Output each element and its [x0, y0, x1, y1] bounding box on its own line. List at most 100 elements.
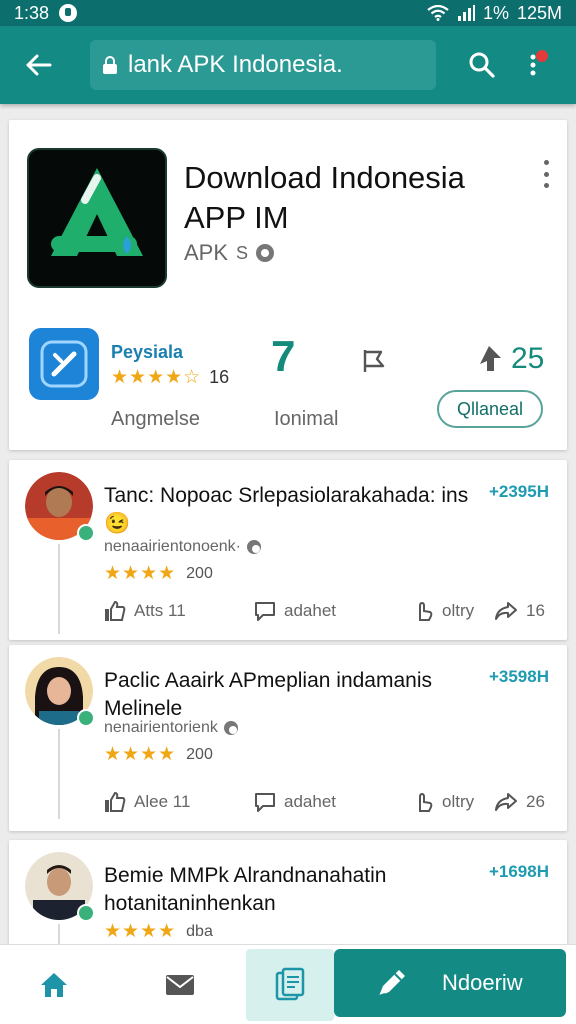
- status-time: 1:38: [14, 2, 50, 23]
- developer-label: Angmelse: [111, 408, 200, 430]
- app-tag: S: [236, 242, 249, 263]
- forward-count: 26: [526, 792, 545, 811]
- like-label: Alee 11: [134, 792, 191, 811]
- app-subtitle: APK S: [184, 240, 275, 266]
- search-button[interactable]: [460, 43, 504, 87]
- download-button[interactable]: Qllaneal: [437, 390, 543, 428]
- app-details-card: Download Indonesia APP IM APK S Peysiala…: [9, 120, 567, 450]
- reply-label: adahet: [284, 792, 336, 811]
- forward-arrow-icon: [495, 793, 517, 811]
- review-actions: Atts 11 adahet oltry 16: [104, 600, 554, 622]
- share-button[interactable]: oltry: [414, 791, 494, 813]
- pen-icon: [372, 963, 412, 1003]
- write-review-label: Ndoeriw: [442, 970, 523, 995]
- review-rating: ★★★★ 200: [104, 562, 213, 585]
- nav-home-button[interactable]: [30, 965, 78, 1005]
- nav-documents-button[interactable]: [246, 949, 334, 1021]
- reply-button[interactable]: adahet: [254, 600, 414, 622]
- developer-name[interactable]: Peysiala: [111, 342, 183, 363]
- reply-label: adahet: [284, 601, 336, 620]
- avatar[interactable]: [25, 472, 95, 542]
- review-title: Paclic Aaairk APmeplian indamanis Meline…: [104, 669, 433, 720]
- thread-line: [58, 544, 60, 634]
- back-button[interactable]: [16, 43, 60, 87]
- reply-button[interactable]: adahet: [254, 791, 414, 813]
- lock-icon: [102, 55, 118, 75]
- comment-icon: [255, 793, 275, 812]
- report-flag-icon[interactable]: [359, 346, 389, 376]
- avatar[interactable]: [25, 852, 95, 922]
- overflow-menu-button[interactable]: [518, 43, 548, 87]
- app-bar: lank APK Indonesia.: [0, 26, 576, 104]
- gear-icon: [247, 540, 261, 554]
- notification-icon: [59, 4, 78, 22]
- search-icon: [469, 52, 495, 78]
- review-card: Bemie MMPk Alrandnanahatin hotanitaninhe…: [9, 840, 567, 960]
- home-icon: [41, 973, 67, 997]
- nav-messages-button[interactable]: [156, 965, 204, 1005]
- wifi-icon: [427, 5, 449, 21]
- forward-count: 16: [526, 601, 545, 620]
- battery-percent: 1%: [482, 2, 509, 23]
- review-actions: Alee 11 adahet oltry 26: [104, 791, 554, 813]
- data-rate: 125M: [516, 2, 562, 23]
- developer-rating-count: 16: [209, 367, 230, 387]
- documents-icon: [275, 967, 305, 1001]
- like-button[interactable]: Atts 11: [104, 600, 254, 622]
- arrow-left-icon: [26, 54, 52, 76]
- review-author: nenairientorienk: [104, 719, 238, 737]
- hand-icon: [419, 792, 433, 812]
- address-text: lank APK Indonesia.: [128, 51, 343, 78]
- app-title: Download Indonesia APP IM: [184, 160, 465, 235]
- thread-line: [58, 729, 60, 819]
- star-rating-icon: ★★★★: [104, 744, 177, 765]
- review-author-name: nenaairientonoenk·: [104, 538, 241, 555]
- address-bar[interactable]: lank APK Indonesia.: [90, 40, 436, 90]
- bottom-navigation: Ndoeriw: [0, 944, 576, 1024]
- notification-badge: [536, 50, 548, 62]
- upvote-count: 25: [511, 342, 545, 375]
- share-label: oltry: [442, 792, 475, 811]
- review-rating-count: 200: [186, 564, 213, 582]
- review-rating: ★★★★ dba: [104, 920, 213, 943]
- review-card: Tanc: Nopoac Srlepasiolarakahada: ins 😉 …: [9, 460, 567, 640]
- review-score: +1698H: [488, 862, 549, 881]
- avatar[interactable]: [25, 657, 95, 727]
- review-author: nenaairientonoenk·: [104, 538, 261, 556]
- verified-badge-icon: [77, 524, 95, 542]
- hand-icon: [419, 601, 433, 621]
- developer-icon[interactable]: [29, 328, 99, 400]
- thumbs-up-icon: [105, 600, 126, 621]
- stat-label: Ionimal: [274, 408, 339, 430]
- app-type: APK: [184, 240, 229, 265]
- review-title: Tanc: Nopoac Srlepasiolarakahada: ins 😉: [104, 484, 469, 535]
- review-score: +2395H: [488, 482, 549, 501]
- like-button[interactable]: Alee 11: [104, 791, 254, 813]
- like-label: Atts 11: [134, 601, 186, 620]
- card-menu-button[interactable]: [541, 160, 551, 188]
- review-card: Paclic Aaairk APmeplian indamanis Meline…: [9, 645, 567, 831]
- star-rating-icon: ★★★★☆: [111, 367, 202, 388]
- star-rating-icon: ★★★★: [104, 563, 177, 584]
- developer-rating: ★★★★☆ 16: [111, 366, 229, 389]
- forward-button[interactable]: 16: [494, 601, 545, 621]
- gear-icon: [256, 244, 275, 262]
- app-logo: [27, 148, 167, 288]
- thumbs-up-icon: [105, 791, 126, 812]
- review-author-name: nenairientorienk: [104, 719, 218, 736]
- stat-value: 7: [271, 332, 296, 381]
- share-button[interactable]: oltry: [414, 600, 494, 622]
- status-bar: 1:38 1% 125M: [0, 0, 576, 26]
- verified-badge-icon: [77, 709, 95, 727]
- gear-icon: [223, 721, 238, 735]
- review-rating: ★★★★ 200: [104, 743, 213, 766]
- review-title: Bemie MMPk Alrandnanahatin hotanitaninhe…: [104, 864, 387, 915]
- mail-icon: [166, 975, 194, 995]
- write-review-button[interactable]: Ndoeriw: [334, 949, 566, 1017]
- forward-button[interactable]: 26: [494, 792, 545, 812]
- signal-icon: [457, 5, 475, 21]
- verified-badge-icon: [77, 904, 95, 922]
- forward-arrow-icon: [495, 602, 517, 620]
- star-rating-icon: ★★★★: [104, 921, 177, 942]
- upvote-icon[interactable]: [475, 344, 505, 374]
